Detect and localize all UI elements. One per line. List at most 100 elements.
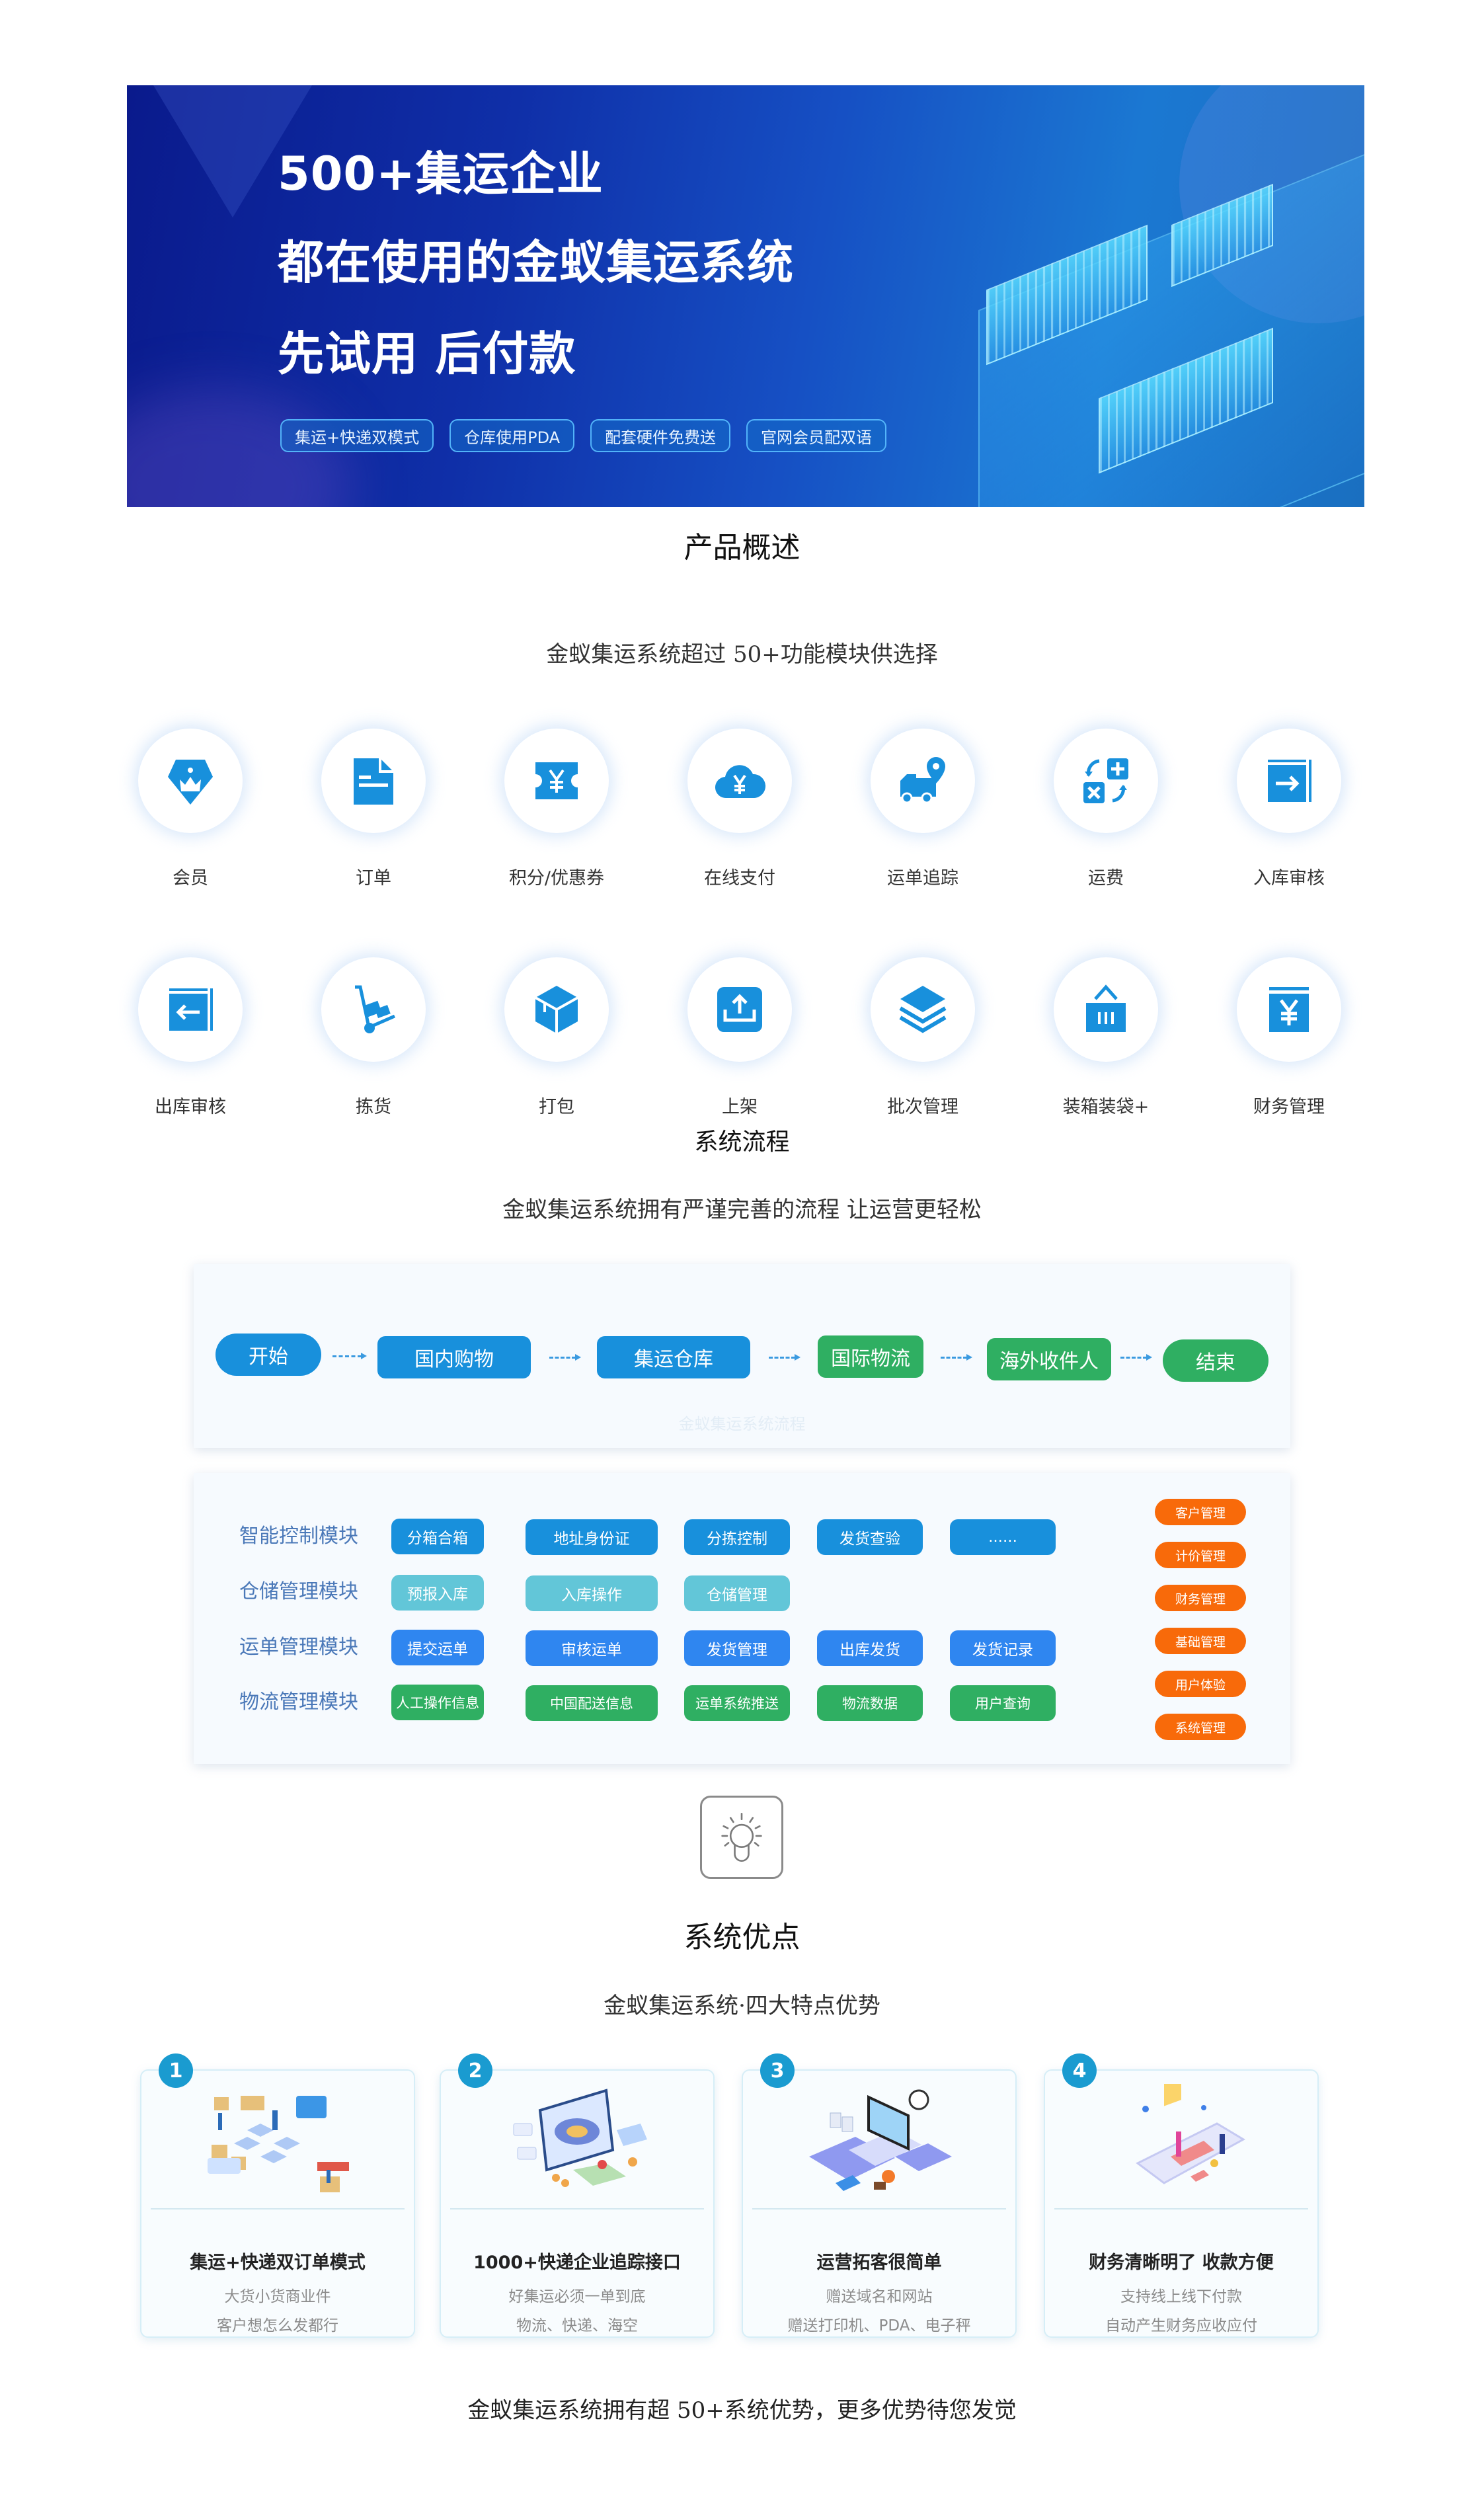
flow-arrow <box>941 1354 972 1361</box>
order-document-icon <box>354 758 393 805</box>
feature-online-payment[interactable]: 在线支付 <box>674 729 806 889</box>
module-item[interactable]: 仓储管理 <box>684 1575 790 1611</box>
flow-arrow <box>769 1354 801 1361</box>
module-item[interactable]: 提交运单 <box>391 1630 484 1665</box>
office-desk-illustration <box>809 2089 952 2191</box>
feature-label: 装箱装袋+ <box>1062 1097 1150 1117</box>
feature-waybill-tracking[interactable]: 运单追踪 <box>857 729 989 889</box>
layers-icon <box>899 986 947 1033</box>
flow-step-start: 开始 <box>215 1334 321 1376</box>
feature-label: 打包 <box>539 1097 574 1117</box>
advantages-footer: 金蚁集运系统拥有超 50+系统优势，更多优势待您发觉 <box>467 2397 1017 2424</box>
side-module-button[interactable]: 基础管理 <box>1155 1628 1246 1654</box>
side-module-button[interactable]: 系统管理 <box>1155 1714 1246 1740</box>
module-item[interactable]: 人工操作信息 <box>391 1685 484 1720</box>
banner-tag: 配套硬件免费送 <box>590 419 731 452</box>
feature-boxing-bagging[interactable]: 装箱装袋+ <box>1040 957 1172 1118</box>
feature-picking[interactable]: 拣货 <box>307 957 440 1118</box>
banner-tag-list: 集运+快递双模式 仓库使用PDA 配套硬件免费送 官网会员配双语 <box>280 419 887 452</box>
bag-icon <box>1086 984 1126 1032</box>
feature-shipping-fee[interactable]: 运费 <box>1040 729 1172 889</box>
flow-step: 集运仓库 <box>597 1336 750 1378</box>
divider <box>1054 2208 1308 2210</box>
module-item-more[interactable]: ...... <box>950 1519 1056 1555</box>
inbound-arrow-icon <box>1268 760 1311 802</box>
banner-headline-1: 500+集运企业 <box>278 147 604 201</box>
hand-cart-icon <box>355 985 396 1033</box>
feature-inbound-review[interactable]: 入库审核 <box>1223 729 1355 889</box>
module-item[interactable]: 审核运单 <box>526 1630 658 1666</box>
upload-shelf-icon <box>717 987 762 1032</box>
feature-member[interactable]: 会员 <box>124 729 256 889</box>
advantage-title: 运营拓客很简单 <box>816 2252 942 2273</box>
calculator-icon <box>1083 758 1128 803</box>
flow-step: 海外收件人 <box>987 1338 1111 1380</box>
advantage-description: 物流、快递、海空 <box>516 2317 638 2334</box>
flow-arrow <box>549 1354 581 1361</box>
module-label: 仓储管理模块 <box>239 1580 358 1603</box>
feature-label: 订单 <box>356 868 391 889</box>
module-item[interactable]: 中国配送信息 <box>526 1685 658 1721</box>
flow-title: 系统流程 <box>694 1129 790 1156</box>
advantage-description: 大货小货商业件 <box>224 2288 331 2305</box>
module-item[interactable]: 入库操作 <box>526 1575 658 1611</box>
side-module-button[interactable]: 财务管理 <box>1155 1585 1246 1611</box>
advantage-description: 赠送打印机、PDA、电子秤 <box>787 2317 971 2334</box>
advantage-title: 财务清晰明了 收款方便 <box>1089 2252 1274 2273</box>
advantage-card: 2 1000+快递企业追踪接口 好集运必须一单到底 物流、快递、海空 <box>440 2053 715 2338</box>
feature-outbound-review[interactable]: 出库审核 <box>124 957 256 1118</box>
side-module-button[interactable]: 计价管理 <box>1155 1542 1246 1568</box>
advantage-description: 客户想怎么发都行 <box>217 2317 338 2334</box>
module-item[interactable]: 地址身份证 <box>526 1519 658 1555</box>
feature-coupon[interactable]: 积分/优惠券 <box>490 729 623 889</box>
flow-arrow <box>332 1353 367 1360</box>
feature-order[interactable]: 订单 <box>307 729 440 889</box>
advantage-card: 1 集运+快递双订单模式 大货小货商业件 客户想怎么发都行 <box>140 2053 415 2338</box>
warehouse-isometric-illustration <box>208 2096 349 2192</box>
divider <box>450 2208 704 2210</box>
finance-phone-illustration <box>1136 2084 1246 2184</box>
module-item[interactable]: 运单系统推送 <box>684 1685 790 1721</box>
divider <box>151 2208 405 2210</box>
cloud-payment-icon <box>715 765 766 799</box>
module-item[interactable]: 预报入库 <box>391 1575 484 1611</box>
feature-batch-management[interactable]: 批次管理 <box>857 957 989 1118</box>
module-label: 智能控制模块 <box>239 1525 358 1548</box>
side-module-button[interactable]: 用户体验 <box>1155 1671 1246 1697</box>
advantage-number-badge: 3 <box>760 2053 795 2088</box>
banner-tag: 官网会员配双语 <box>746 419 887 452</box>
banner-headline-3: 先试用 后付款 <box>278 327 576 381</box>
module-item[interactable]: 发货查验 <box>817 1519 923 1555</box>
flow-watermark: 金蚁集运系统流程 <box>678 1415 806 1433</box>
side-module-button[interactable]: 客户管理 <box>1155 1499 1246 1525</box>
module-item[interactable]: 分拣控制 <box>684 1519 790 1555</box>
module-item[interactable]: 用户查询 <box>950 1685 1056 1721</box>
lightbulb-icon <box>700 1796 783 1879</box>
feature-label: 出库审核 <box>155 1097 226 1117</box>
module-item[interactable]: 出库发货 <box>817 1630 923 1666</box>
feature-packing[interactable]: 打包 <box>490 957 623 1118</box>
flow-step: 国际物流 <box>818 1335 923 1378</box>
flow-subtitle: 金蚁集运系统拥有严谨完善的流程 让运营更轻松 <box>502 1197 982 1223</box>
module-item[interactable]: 分箱合箱 <box>391 1519 484 1554</box>
advantage-number-badge: 1 <box>159 2053 193 2088</box>
module-item[interactable]: 物流数据 <box>817 1685 923 1721</box>
advantage-description: 好集运必须一单到底 <box>508 2288 646 2305</box>
advantage-number-badge: 2 <box>458 2053 492 2088</box>
feature-finance-management[interactable]: 财务管理 <box>1223 957 1355 1118</box>
module-item[interactable]: 发货管理 <box>684 1630 790 1666</box>
overview-title: 产品概述 <box>683 531 801 565</box>
flow-step: 国内购物 <box>377 1336 531 1378</box>
module-item[interactable]: 发货记录 <box>950 1630 1056 1666</box>
member-crown-icon <box>168 760 213 805</box>
feature-label: 在线支付 <box>704 868 775 889</box>
feature-shelving[interactable]: 上架 <box>674 957 806 1118</box>
feature-label: 运单追踪 <box>887 868 958 889</box>
advantage-card: 3 运营拓客很简单 赠送域名和网站 赠送打印机、PDA、电子秤 <box>742 2053 1017 2338</box>
overview-subtitle: 金蚁集运系统超过 50+功能模块供选择 <box>546 641 938 668</box>
outbound-arrow-icon <box>169 988 213 1031</box>
banner-tag: 仓库使用PDA <box>449 419 575 452</box>
advantage-description: 赠送域名和网站 <box>826 2288 933 2305</box>
feature-label: 入库审核 <box>1253 868 1325 889</box>
coupon-ticket-icon <box>535 762 578 799</box>
